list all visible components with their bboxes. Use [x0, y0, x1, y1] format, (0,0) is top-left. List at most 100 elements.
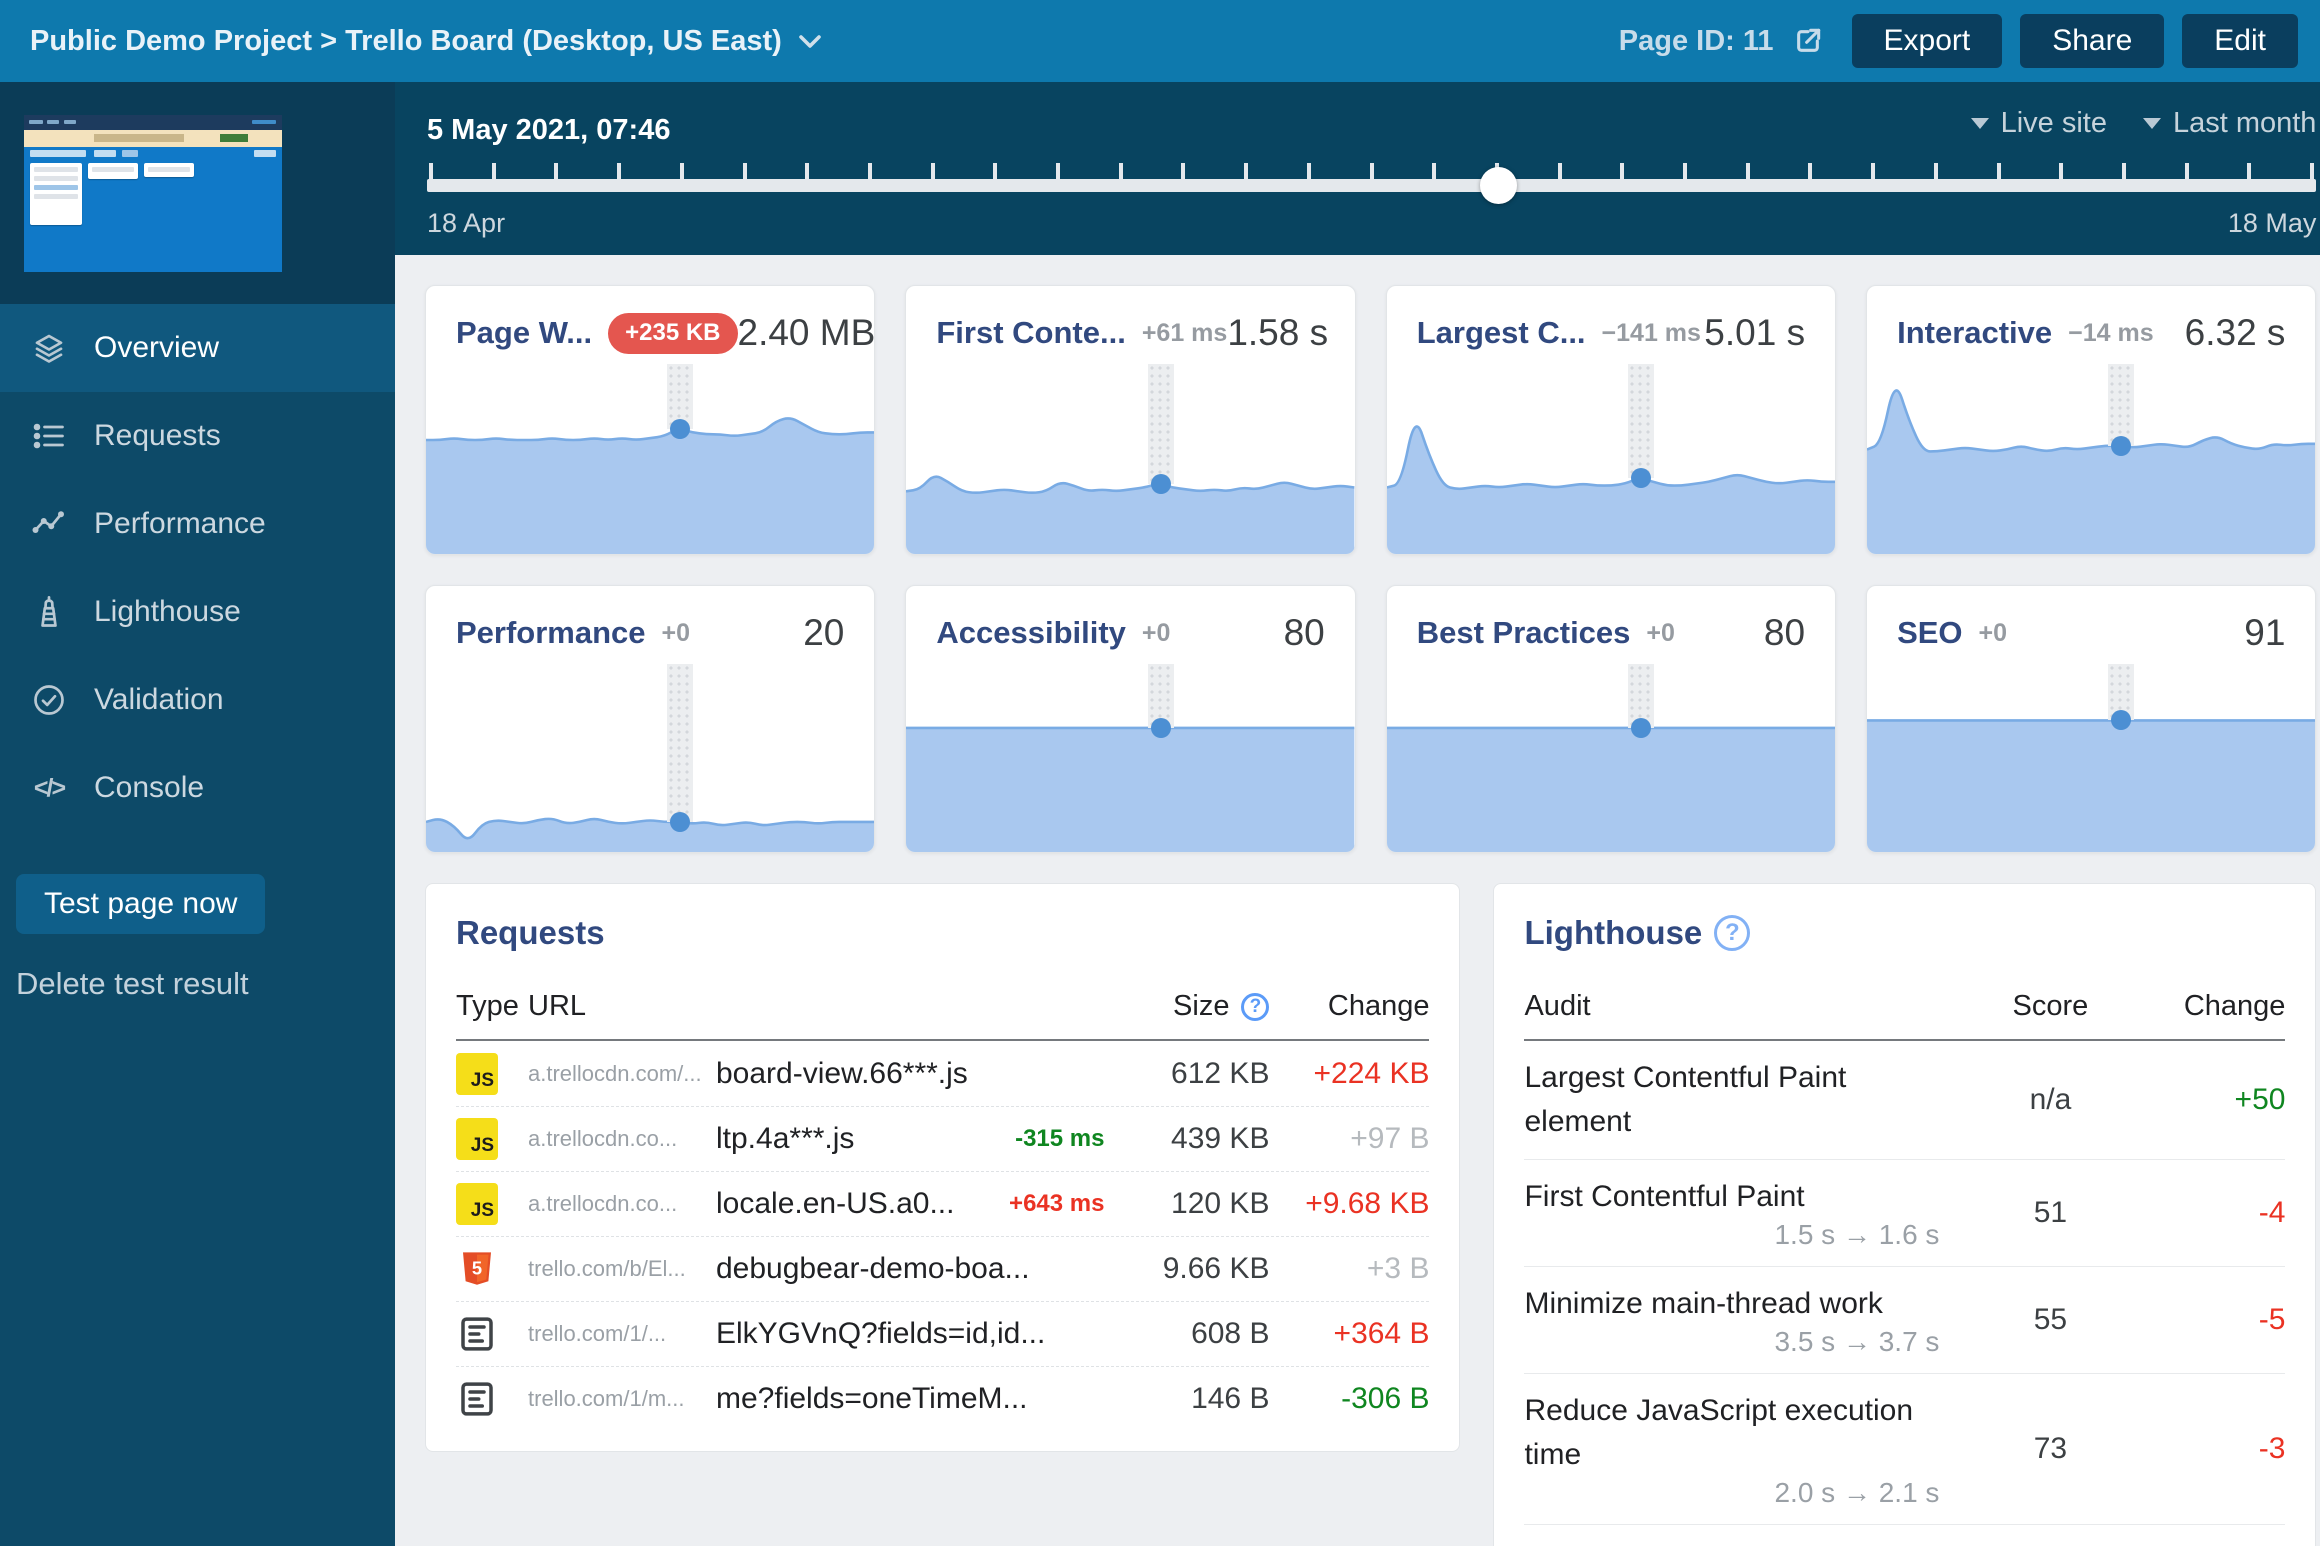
document-icon: [456, 1378, 528, 1420]
sidebar-item-validation[interactable]: Validation: [0, 656, 395, 744]
sidebar-item-performance[interactable]: Performance: [0, 480, 395, 568]
change-delta: +0: [1646, 619, 1675, 648]
change-badge: +235 KB: [608, 313, 737, 354]
delete-test-result-link[interactable]: Delete test result: [16, 966, 395, 1002]
audit-row[interactable]: Minimize main-thread work 3.5 s → 3.7 s …: [1524, 1266, 2285, 1373]
layers-icon: [30, 330, 68, 366]
change-delta: −14 ms: [2068, 319, 2154, 348]
html5-icon: 5: [456, 1248, 528, 1290]
timeline-slider[interactable]: [427, 161, 2316, 192]
card-value: 5.01 s: [1704, 312, 1805, 354]
sidebar-item-label: Console: [94, 771, 204, 805]
page-screenshot-thumbnail: [24, 115, 282, 272]
card-value: 80: [1284, 612, 1325, 654]
card-title: Largest C...: [1417, 315, 1586, 351]
card-title: Page W...: [456, 315, 592, 351]
audit-name: First Contentful Paint: [1524, 1175, 1828, 1219]
metric-cards-row: Page W... +235 KB 2.40 MB First Conte...…: [425, 285, 2316, 555]
requests-heading: Requests: [456, 914, 605, 952]
card-best-practices-score[interactable]: Best Practices +0 80: [1386, 585, 1836, 853]
request-row[interactable]: JS a.trellocdn.co... ltp.4a***.js -315 m…: [456, 1106, 1429, 1171]
test-page-now-button[interactable]: Test page now: [16, 874, 265, 934]
request-row[interactable]: JS a.trellocdn.com/... board-view.66***.…: [456, 1041, 1429, 1106]
request-row[interactable]: 5 trello.com/b/El... debugbear-demo-boa.…: [456, 1236, 1429, 1301]
topbar-actions: Page ID: 11 Export Share Edit: [1619, 14, 2298, 68]
export-button[interactable]: Export: [1852, 14, 2003, 68]
request-file: me?fields=oneTimeM...: [716, 1382, 1104, 1416]
selected-date-band: [1148, 364, 1174, 484]
sparkline-chart: [1867, 664, 2315, 852]
request-file: debugbear-demo-boa...: [716, 1252, 1104, 1286]
sidebar-item-lighthouse[interactable]: Lighthouse: [0, 568, 395, 656]
breadcrumb[interactable]: Public Demo Project > Trello Board (Desk…: [30, 25, 822, 58]
selected-point-dot: [670, 812, 690, 832]
audit-times: 1.5 s → 1.6 s: [1774, 1219, 1975, 1251]
audit-score: 51: [1975, 1196, 2125, 1230]
card-value: 2.40 MB: [738, 312, 876, 354]
audit-name: Minimize main-thread work: [1524, 1282, 1906, 1326]
audit-times: 2.0 s → 2.1 s: [1524, 1477, 1975, 1509]
col-change: Change: [1269, 990, 1429, 1023]
request-file: board-view.66***.js: [716, 1057, 1104, 1091]
card-performance-score[interactable]: Performance +0 20: [425, 585, 875, 853]
request-row[interactable]: JS a.trellocdn.co... locale.en-US.a0... …: [456, 1171, 1429, 1236]
card-value: 1.58 s: [1227, 312, 1328, 354]
document-icon: [456, 1313, 528, 1355]
request-file: locale.en-US.a0...: [716, 1187, 954, 1221]
audit-row[interactable]: Largest Contentful Paint element n/a +50: [1524, 1041, 2285, 1159]
sidebar-item-console[interactable]: </> Console: [0, 744, 395, 832]
request-file: ElkYGVnQ?fields=id,id...: [716, 1317, 1104, 1351]
col-type: Type: [456, 990, 528, 1023]
card-page-weight[interactable]: Page W... +235 KB 2.40 MB: [425, 285, 875, 555]
list-icon: [30, 418, 68, 454]
live-site-dropdown[interactable]: Live site: [1971, 107, 2107, 140]
change-delta: +0: [662, 619, 691, 648]
share-button[interactable]: Share: [2020, 14, 2164, 68]
timeline-knob[interactable]: [1480, 167, 1517, 204]
audit-row[interactable]: Reduce JavaScript execution time 2.0 s →…: [1524, 1373, 2285, 1524]
audit-row[interactable]: First Contentful Paint 1.5 s → 1.6 s 51 …: [1524, 1159, 2285, 1266]
requests-table-header: Type URL Size? Change: [456, 990, 1429, 1041]
timeline-track[interactable]: [427, 179, 2316, 192]
audit-change: -5: [2125, 1303, 2285, 1337]
sidebar-item-label: Performance: [94, 507, 266, 541]
card-title: First Conte...: [936, 315, 1125, 351]
sparkline-chart: [426, 664, 874, 852]
sparkline-chart: [1387, 364, 1835, 554]
sidebar-item-requests[interactable]: Requests: [0, 392, 395, 480]
selected-point-dot: [1631, 468, 1651, 488]
card-largest-contentful-paint[interactable]: Largest C... −141 ms 5.01 s: [1386, 285, 1836, 555]
selected-date-band: [2108, 364, 2134, 446]
audit-row[interactable]: Remove duplicate modules in JavaScript b…: [1524, 1524, 2285, 1546]
card-interactive[interactable]: Interactive −14 ms 6.32 s: [1866, 285, 2316, 555]
topbar: Public Demo Project > Trello Board (Desk…: [0, 0, 2320, 82]
lighthouse-panel: Lighthouse ? Audit Score Change Largest …: [1493, 883, 2316, 1546]
selected-point-dot: [1631, 718, 1651, 738]
card-first-contentful-paint[interactable]: First Conte... +61 ms 1.58 s: [905, 285, 1355, 555]
request-row[interactable]: trello.com/1/m... me?fields=oneTimeM... …: [456, 1366, 1429, 1431]
selected-date-label: 5 May 2021, 07:46: [427, 114, 670, 147]
scatter-chart-icon: [30, 506, 68, 542]
date-range-dropdown[interactable]: Last month: [2143, 107, 2316, 140]
lighthouse-heading: Lighthouse: [1524, 914, 1702, 952]
card-accessibility-score[interactable]: Accessibility +0 80: [905, 585, 1355, 853]
audit-score: 73: [1975, 1432, 2125, 1466]
request-size: 120 KB: [1104, 1187, 1269, 1221]
external-link-icon[interactable]: [1792, 25, 1824, 57]
code-icon: </>: [30, 774, 68, 803]
card-title: Interactive: [1897, 315, 2052, 351]
sidebar: Overview Requests Performance Lighthouse: [0, 82, 395, 1546]
javascript-icon: JS: [456, 1053, 498, 1095]
size-help-icon[interactable]: ?: [1241, 993, 1269, 1021]
sidebar-item-overview[interactable]: Overview: [0, 304, 395, 392]
lighthouse-help-icon[interactable]: ?: [1714, 915, 1750, 951]
edit-button[interactable]: Edit: [2182, 14, 2298, 68]
selected-point-dot: [1151, 718, 1171, 738]
javascript-icon: JS: [456, 1183, 498, 1225]
request-domain: trello.com/1/...: [528, 1321, 716, 1347]
request-row[interactable]: trello.com/1/... ElkYGVnQ?fields=id,id..…: [456, 1301, 1429, 1366]
card-seo-score[interactable]: SEO +0 91: [1866, 585, 2316, 853]
card-title: Performance: [456, 615, 646, 651]
audit-name: Reduce JavaScript execution time: [1524, 1389, 1975, 1477]
lighthouse-table-header: Audit Score Change: [1524, 990, 2285, 1041]
